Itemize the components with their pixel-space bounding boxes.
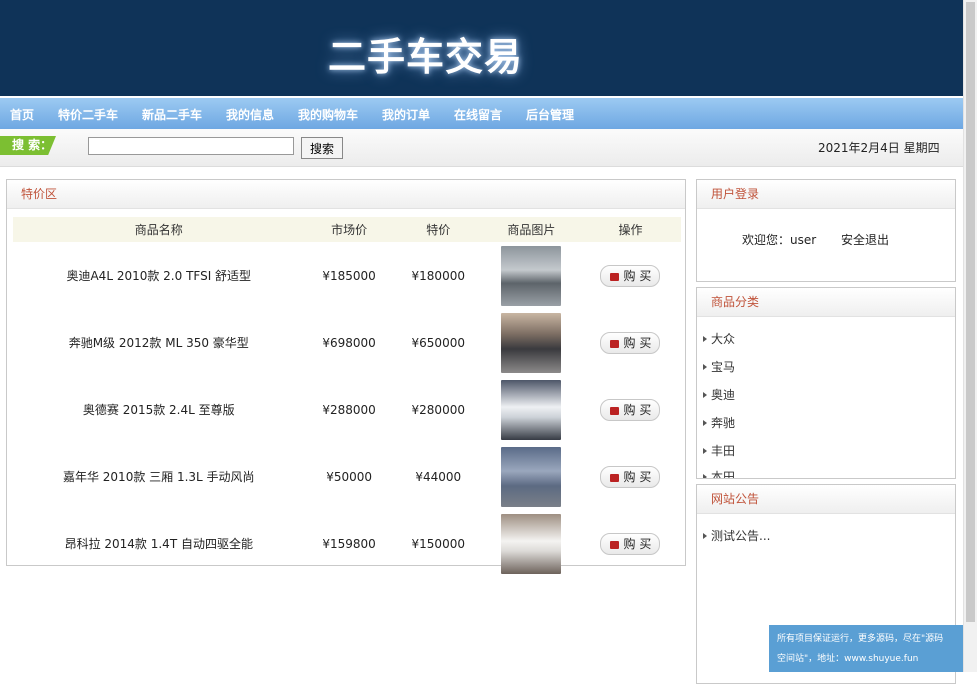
special-price: ¥650000	[411, 335, 465, 350]
special-price: ¥180000	[411, 268, 465, 283]
car-image[interactable]	[501, 446, 562, 507]
vertical-scrollbar[interactable]	[963, 0, 977, 672]
notice-item[interactable]: 测试公告...	[703, 527, 770, 544]
market-price: ¥159800	[322, 536, 376, 551]
special-panel-title: 特价区	[7, 180, 685, 209]
nav-home[interactable]: 首页	[10, 106, 34, 123]
nav-new-cars[interactable]: 新品二手车	[142, 106, 202, 123]
car-name-link[interactable]: 奥迪A4L 2010款 2.0 TFSI 舒适型	[66, 269, 251, 283]
car-image[interactable]	[501, 513, 562, 574]
col-name: 商品名称	[13, 217, 305, 242]
goods-table: 商品名称 市场价 特价 商品图片 操作 奥迪A4L 2010款 2.0 TFSI…	[13, 217, 681, 577]
nav-my-cart[interactable]: 我的购物车	[298, 106, 358, 123]
market-price: ¥288000	[322, 402, 376, 417]
buy-button[interactable]: 购 买	[600, 398, 661, 421]
category-item[interactable]: 本田	[703, 468, 735, 478]
promo-line-1: 所有项目保证运行，更多源码，尽在"源码	[777, 634, 944, 644]
special-price: ¥280000	[411, 402, 465, 417]
logout-link[interactable]: 安全退出	[841, 231, 889, 248]
table-row: 奥迪A4L 2010款 2.0 TFSI 舒适型 ¥185000 ¥180000…	[13, 242, 681, 309]
nav-message[interactable]: 在线留言	[454, 106, 502, 123]
table-row: 奥德赛 2015款 2.4L 至尊版 ¥288000 ¥280000 购 买	[13, 376, 681, 443]
site-banner: 二手车交易	[0, 0, 963, 96]
notice-panel-title: 网站公告	[697, 485, 955, 514]
main-nav: 首页 特价二手车 新品二手车 我的信息 我的购物车 我的订单 在线留言 后台管理	[0, 98, 963, 129]
table-row: 昂科拉 2014款 1.4T 自动四驱全能 ¥159800 ¥150000 购 …	[13, 510, 681, 577]
cart-icon	[609, 339, 619, 348]
goods-table-header: 商品名称 市场价 特价 商品图片 操作	[13, 217, 681, 242]
category-item[interactable]: 大众	[703, 330, 735, 347]
buy-button[interactable]: 购 买	[600, 465, 661, 488]
special-price: ¥150000	[411, 536, 465, 551]
search-input[interactable]	[88, 137, 294, 155]
cart-icon	[609, 406, 619, 415]
promo-line-2: 空间站"，地址：www.shuyue.fun	[777, 654, 919, 664]
table-row: 奔驰M级 2012款 ML 350 豪华型 ¥698000 ¥650000 购 …	[13, 309, 681, 376]
market-price: ¥50000	[326, 469, 373, 484]
cart-icon	[609, 473, 619, 482]
scrollbar-thumb[interactable]	[966, 2, 975, 622]
arrow-right-icon	[703, 392, 707, 398]
promo-tip: 所有项目保证运行，更多源码，尽在"源码 空间站"，地址：www.shuyue.f…	[769, 625, 963, 672]
arrow-right-icon	[703, 448, 707, 454]
current-date: 2021年2月4日 星期四	[818, 141, 940, 155]
col-action: 操作	[579, 217, 681, 242]
category-item[interactable]: 宝马	[703, 358, 735, 375]
category-item[interactable]: 奥迪	[703, 386, 735, 403]
arrow-right-icon	[703, 364, 707, 370]
category-panel-title: 商品分类	[697, 288, 955, 317]
cart-icon	[609, 540, 619, 549]
arrow-right-icon	[703, 474, 707, 478]
car-image[interactable]	[501, 312, 562, 373]
car-name-link[interactable]: 昂科拉 2014款 1.4T 自动四驱全能	[65, 537, 253, 551]
car-image[interactable]	[501, 379, 562, 440]
nav-my-info[interactable]: 我的信息	[226, 106, 274, 123]
nav-my-orders[interactable]: 我的订单	[382, 106, 430, 123]
welcome-text: 欢迎您：user	[742, 233, 817, 247]
search-button[interactable]: 搜索	[301, 137, 343, 159]
car-name-link[interactable]: 嘉年华 2010款 三厢 1.3L 手动风尚	[63, 470, 255, 484]
nav-admin[interactable]: 后台管理	[526, 106, 574, 123]
col-market-price: 市场价	[304, 217, 394, 242]
col-image: 商品图片	[482, 217, 580, 242]
car-name-link[interactable]: 奔驰M级 2012款 ML 350 豪华型	[69, 336, 249, 350]
site-title: 二手车交易	[328, 35, 524, 79]
buy-button[interactable]: 购 买	[600, 331, 661, 354]
special-price: ¥44000	[415, 469, 462, 484]
arrow-right-icon	[703, 420, 707, 426]
buy-button[interactable]: 购 买	[600, 532, 661, 555]
car-image[interactable]	[501, 245, 562, 306]
arrow-right-icon	[703, 336, 707, 342]
col-special-price: 特价	[393, 217, 483, 242]
category-panel: 商品分类 大众 宝马 奥迪 奔驰 丰田 本田	[696, 287, 956, 479]
search-bar: 搜 索： 搜索 2021年2月4日 星期四	[0, 129, 963, 167]
category-item[interactable]: 奔驰	[703, 414, 735, 431]
market-price: ¥698000	[322, 335, 376, 350]
search-label: 搜 索：	[0, 136, 56, 155]
category-item[interactable]: 丰田	[703, 442, 735, 459]
market-price: ¥185000	[322, 268, 376, 283]
login-panel-title: 用户登录	[697, 180, 955, 209]
login-panel: 用户登录 欢迎您：user 安全退出	[696, 179, 956, 282]
buy-button[interactable]: 购 买	[600, 264, 661, 287]
car-name-link[interactable]: 奥德赛 2015款 2.4L 至尊版	[83, 403, 235, 417]
cart-icon	[609, 272, 619, 281]
table-row: 嘉年华 2010款 三厢 1.3L 手动风尚 ¥50000 ¥44000 购 买	[13, 443, 681, 510]
arrow-right-icon	[703, 533, 707, 539]
nav-special-cars[interactable]: 特价二手车	[58, 106, 118, 123]
special-panel: 特价区 商品名称 市场价 特价 商品图片 操作 奥迪A4L 2010款 2.0 …	[6, 179, 686, 574]
